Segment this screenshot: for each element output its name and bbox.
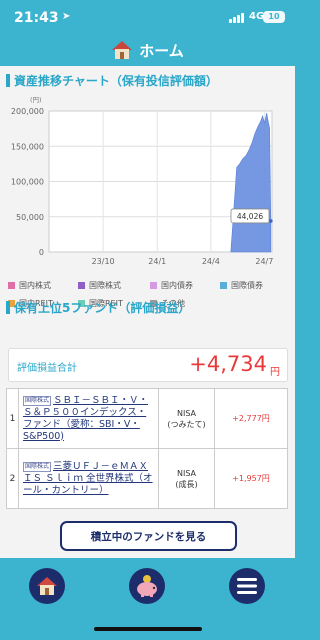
battery-icon: 10 [263, 11, 285, 23]
legend-swatch [150, 282, 157, 289]
piggy-bank-icon [137, 575, 157, 597]
signal-icon [229, 13, 245, 23]
nav-savings-button[interactable] [129, 568, 165, 604]
data-point [269, 219, 273, 223]
funds-table: 1 国際株式 ＳＢＩ－ＳＢＩ・Ｖ・Ｓ＆Ｐ５００インデックス・ファンド（愛称：SBI… [6, 388, 288, 509]
table-row: 2 国際株式 三菱ＵＦＪ－ｅＭＡＸＩＳ Ｓｌｉｍ 全世界株式（オール・カントリー）… [6, 448, 288, 509]
y-tick-label: 50,000 [16, 213, 44, 222]
legend-item: 国際債券 [220, 280, 263, 291]
asset-class-tag: 国際株式 [23, 461, 52, 472]
y-tick-label: 200,000 [11, 107, 44, 116]
legend-swatch [78, 282, 85, 289]
total-pl-label: 評価損益合計 [17, 363, 77, 374]
legend-swatch [220, 282, 227, 289]
legend-item: 国内債券 [150, 280, 193, 291]
fund-rank: 1 [6, 388, 19, 449]
x-tick-label: 23/10 [92, 257, 115, 266]
fund-name-cell: 国際株式 三菱ＵＦＪ－ｅＭＡＸＩＳ Ｓｌｉｍ 全世界株式（オール・カントリー） [18, 448, 159, 509]
asset-class-tag: 国際株式 [23, 395, 52, 406]
total-pl-card: 評価損益合計 +4,734 円 [8, 348, 288, 382]
asset-chart: (円) 200,000 150,000 100,000 50,000 0 23/10 24/1… [0, 90, 295, 320]
location-arrow-icon: ➤ [62, 11, 71, 22]
app-header: ホーム [0, 34, 295, 66]
main-content: 資産推移チャート（保有投信評価額） (円) 200,000 150,000 100,0… [0, 66, 295, 558]
x-tick-label: 24/7 [255, 257, 273, 266]
y-unit-label: (円) [30, 96, 42, 104]
status-bar: 21:43 ➤ 4G 10 [0, 0, 295, 34]
funds-section-heading: 保有上位5ファンド（評価損益） [6, 299, 190, 316]
house-icon [112, 41, 133, 59]
chart-section-title: 資産推移チャート（保有投信評価額） [14, 74, 218, 88]
table-row: 1 国際株式 ＳＢＩ－ＳＢＩ・Ｖ・Ｓ＆Ｐ５００インデックス・ファンド（愛称：SBI… [6, 388, 288, 449]
page-title: ホーム [139, 41, 184, 60]
clock: 21:43 [14, 10, 59, 26]
home-icon [37, 577, 57, 595]
legend-item: 国際株式 [78, 280, 121, 291]
view-funds-button[interactable]: 積立中のファンドを見る [60, 521, 237, 551]
y-tick-label: 100,000 [11, 178, 44, 187]
funds-section-title: 保有上位5ファンド（評価損益） [14, 301, 191, 315]
nav-home-button[interactable] [29, 568, 65, 604]
y-tick-label: 150,000 [11, 142, 44, 151]
account-type: NISA (つみたて) [158, 388, 215, 449]
fund-pl: +1,957円 [214, 448, 288, 509]
fund-name-cell: 国際株式 ＳＢＩ－ＳＢＩ・Ｖ・Ｓ＆Ｐ５００インデックス・ファンド（愛称：SBI・V… [18, 388, 159, 449]
chart-section-heading: 資産推移チャート（保有投信評価額） [6, 72, 218, 89]
menu-icon [237, 578, 257, 594]
asset-chart-svg: (円) 200,000 150,000 100,000 50,000 0 23/10 24/1… [11, 96, 273, 266]
account-type: NISA (成長) [158, 448, 215, 509]
fund-rank: 2 [6, 448, 19, 509]
y-tick-label: 0 [39, 248, 44, 257]
total-pl-value: +4,734 [189, 352, 267, 376]
home-indicator [94, 627, 202, 631]
network-type: 4G [249, 11, 265, 22]
legend-swatch [8, 282, 15, 289]
x-tick-label: 24/4 [202, 257, 220, 266]
total-pl-unit: 円 [270, 367, 280, 378]
x-tick-label: 24/1 [148, 257, 166, 266]
nav-menu-button[interactable] [229, 568, 265, 604]
tooltip-value: 44,026 [237, 212, 263, 221]
legend-item: 国内株式 [8, 280, 51, 291]
fund-pl: +2,777円 [214, 388, 288, 449]
